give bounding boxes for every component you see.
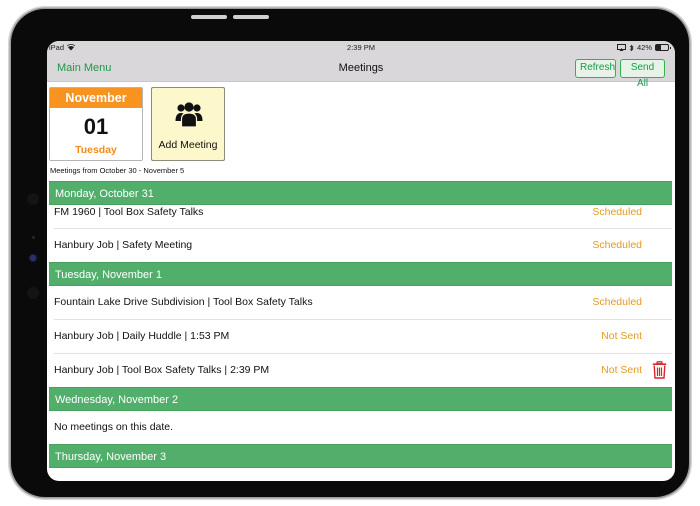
battery-fill	[656, 45, 662, 50]
nav-bar: Main Menu Meetings Refresh Send All	[47, 55, 675, 89]
calendar-day: 01	[83, 114, 109, 139]
sensor-dot	[32, 236, 35, 239]
meeting-row[interactable]: Hanbury Job | Safety Meeting Scheduled	[49, 229, 672, 262]
section-header-wednesday: Wednesday, November 2	[49, 387, 672, 411]
meeting-status: Scheduled	[592, 206, 642, 218]
add-meeting-button[interactable]: Add Meeting	[151, 87, 225, 161]
meeting-status: Not Sent	[601, 330, 642, 342]
volume-button	[233, 15, 269, 19]
refresh-button[interactable]: Refresh	[575, 59, 616, 78]
screen-mirror-icon	[616, 44, 626, 51]
app-screen: iPad 2:39 PM 42% Main Menu Meetings Refr…	[47, 41, 675, 481]
group-icon	[175, 102, 203, 128]
battery-percent: 42%	[636, 43, 652, 52]
sensor	[27, 193, 39, 205]
meeting-row[interactable]: Fountain Lake Drive Subdivision | Tool B…	[49, 286, 672, 319]
meeting-title: Hanbury Job | Tool Box Safety Talks | 2:…	[54, 364, 270, 376]
meeting-row[interactable]: Hanbury Job | Daily Huddle | 1:53 PM Not…	[49, 320, 672, 353]
meeting-title: Hanbury Job | Daily Huddle | 1:53 PM	[54, 330, 230, 342]
ipad-frame: iPad 2:39 PM 42% Main Menu Meetings Refr…	[11, 9, 689, 497]
section-header-monday: Monday, October 31	[49, 181, 672, 205]
bluetooth-icon	[629, 44, 634, 51]
meeting-title: Fountain Lake Drive Subdivision | Tool B…	[54, 296, 313, 308]
section-header-thursday: Thursday, November 3	[49, 444, 672, 468]
date-picker-card[interactable]: November 01 Tuesday	[49, 87, 143, 161]
meetings-list[interactable]: Monday, October 31 FM 1960 | Tool Box Sa…	[49, 181, 672, 468]
meeting-title: FM 1960 | Tool Box Safety Talks	[54, 206, 204, 218]
date-range-label: Meetings from October 30 - November 5	[50, 166, 185, 175]
meeting-status: Scheduled	[592, 296, 642, 308]
meeting-title: Hanbury Job | Safety Meeting	[54, 239, 193, 251]
calendar-month: November	[50, 88, 142, 108]
send-all-button[interactable]: Send All	[620, 59, 665, 89]
trash-icon[interactable]	[652, 361, 667, 379]
meeting-status: Not Sent	[601, 364, 642, 376]
battery-icon	[655, 44, 671, 51]
empty-date-message: No meetings on this date.	[49, 411, 672, 444]
meeting-status: Scheduled	[592, 239, 642, 251]
calendar-weekday: Tuesday	[75, 144, 117, 156]
meeting-row[interactable]: Hanbury Job | Tool Box Safety Talks | 2:…	[49, 354, 672, 387]
sensor	[27, 287, 39, 299]
meeting-row[interactable]: FM 1960 | Tool Box Safety Talks Schedule…	[49, 205, 672, 228]
status-time: 2:39 PM	[347, 43, 375, 52]
section-header-tuesday: Tuesday, November 1	[49, 262, 672, 286]
empty-message-text: No meetings on this date.	[54, 421, 174, 433]
front-camera	[30, 255, 36, 261]
volume-button	[191, 15, 227, 19]
status-bar: iPad 2:39 PM 42%	[47, 41, 675, 55]
add-meeting-label: Add Meeting	[158, 139, 218, 151]
